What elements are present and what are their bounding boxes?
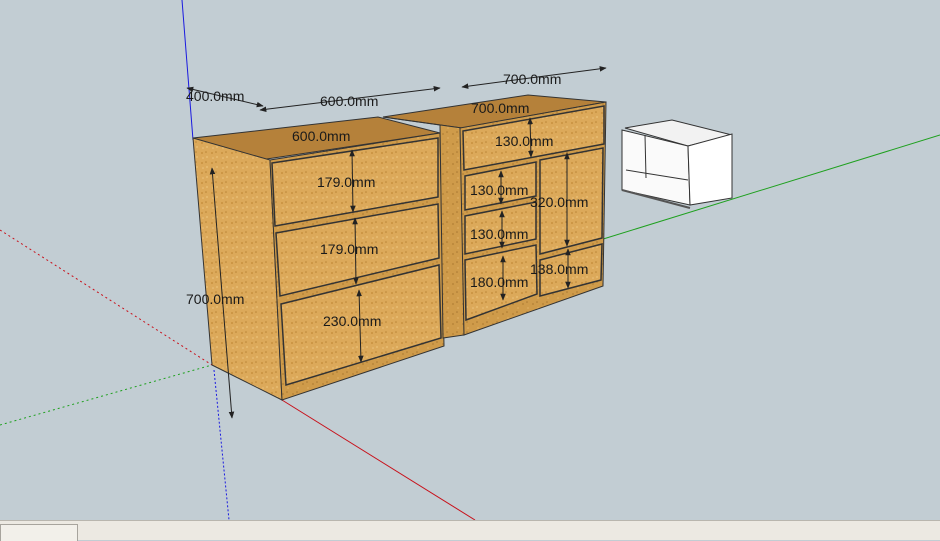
dim-right-small-1: 130.0mm: [470, 182, 528, 198]
dim-right-tall-2: 138.0mm: [530, 261, 588, 277]
dim-right-small-2: 130.0mm: [470, 226, 528, 242]
dim-left-drawer-1: 179.0mm: [317, 174, 375, 190]
dim-left-width-front: 600.0mm: [292, 128, 350, 144]
status-bar-cell: [0, 524, 78, 541]
dim-left-depth: 400.0mm: [186, 88, 244, 104]
red-axis-dashed: [0, 229, 213, 366]
white-component[interactable]: [621, 119, 733, 209]
red-axis: [281, 399, 476, 520]
white-box-right: [687, 133, 733, 206]
dim-right-width-top: 700.0mm: [503, 71, 561, 87]
dim-left-width-top: 600.0mm: [320, 93, 378, 109]
dim-left-height: 700.0mm: [186, 291, 244, 307]
dim-left-drawer-3: 230.0mm: [323, 313, 381, 329]
dim-right-tall-1: 320.0mm: [530, 194, 588, 210]
dim-left-drawer-2: 179.0mm: [320, 241, 378, 257]
left-cabinet-side: [192, 137, 283, 401]
dim-right-top-drawer: 130.0mm: [495, 133, 553, 149]
left-cabinet[interactable]: [192, 116, 445, 401]
green-axis-dashed: [0, 364, 213, 426]
blue-axis-bottom: [213, 369, 230, 520]
status-bar: [0, 520, 940, 541]
model-viewport[interactable]: 400.0mm 600.0mm 600.0mm 700.0mm 179.0mm …: [0, 0, 940, 520]
dim-right-width-front: 700.0mm: [471, 100, 529, 116]
dim-right-small-3: 180.0mm: [470, 274, 528, 290]
blue-axis-top: [181, 0, 194, 141]
